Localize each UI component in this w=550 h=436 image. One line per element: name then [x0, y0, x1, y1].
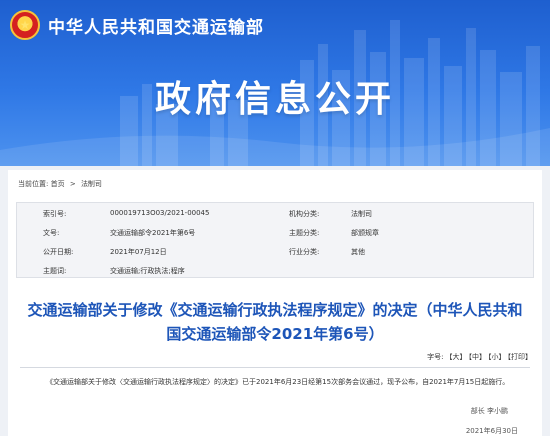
metadata-row: 公开日期: 2021年07月12日 行业分类: 其他: [17, 241, 535, 260]
topic-category-label: 主题分类:: [289, 229, 320, 237]
document-title: 交通运输部关于修改《交通运输行政执法程序规定》的决定（中华人民共和国交通运输部令…: [27, 301, 523, 343]
metadata-row: 索引号: 000019713O03/2021-00045 机构分类: 法制司: [17, 203, 535, 222]
breadcrumb: 当前位置: 首页 > 法制司: [18, 179, 102, 189]
banner-heading: 政府信息公开: [154, 79, 395, 120]
signature: 部长 李小鹏: [470, 407, 508, 415]
breadcrumb-label: 当前位置:: [18, 180, 49, 188]
main-content: 当前位置: 首页 > 法制司 索引号: 000019713O03/2021-00…: [8, 170, 542, 436]
index-number-label: 索引号:: [43, 210, 67, 218]
breadcrumb-separator: >: [69, 180, 76, 188]
agency-category-value: 法制司: [351, 210, 372, 218]
breadcrumb-home-link[interactable]: 首页: [51, 180, 65, 188]
metadata-row: 文号: 交通运输部令2021年第6号 主题分类: 部颁规章: [17, 222, 535, 241]
document-number-label: 文号:: [43, 229, 60, 237]
national-emblem-icon: ★: [10, 10, 40, 40]
site-title: 中华人民共和国交通运输部: [48, 17, 264, 38]
font-size-controls: 字号: 【大】 【中】 【小】 【打印】: [427, 352, 532, 362]
keywords-label: 主题词:: [43, 267, 67, 275]
document-metadata-table: 索引号: 000019713O03/2021-00045 机构分类: 法制司 文…: [16, 202, 534, 278]
agency-category-label: 机构分类:: [289, 210, 320, 218]
keywords-value: 交通运输;行政执法;程序: [110, 267, 185, 275]
publish-date-label: 公开日期:: [43, 248, 74, 256]
metadata-row: 主题词: 交通运输;行政执法;程序: [17, 260, 535, 279]
site-logo[interactable]: ★ 中华人民共和国交通运输部: [10, 8, 264, 42]
topic-category-value: 部颁规章: [351, 229, 379, 237]
publish-date-value: 2021年07月12日: [110, 248, 167, 256]
header-banner: ★ 中华人民共和国交通运输部 政府信息公开: [0, 0, 550, 166]
signature-date: 2021年6月30日: [465, 427, 518, 435]
divider: [20, 367, 530, 368]
industry-category-value: 其他: [351, 248, 365, 256]
font-size-large-button[interactable]: 【大】: [446, 353, 467, 361]
document-number-value: 交通运输部令2021年第6号: [110, 229, 196, 237]
font-size-small-button[interactable]: 【小】: [488, 353, 506, 361]
industry-category-label: 行业分类:: [289, 248, 320, 256]
font-size-label: 字号:: [427, 353, 444, 361]
print-button[interactable]: 【打印】: [508, 353, 533, 361]
font-size-medium-button[interactable]: 【中】: [469, 353, 487, 361]
document-body: 《交通运输部关于修改〈交通运输行政执法程序规定〉的决定》已于2021年6月23日…: [46, 378, 510, 386]
index-number-value: 000019713O03/2021-00045: [110, 209, 210, 217]
breadcrumb-legal-dept-link[interactable]: 法制司: [81, 180, 102, 188]
